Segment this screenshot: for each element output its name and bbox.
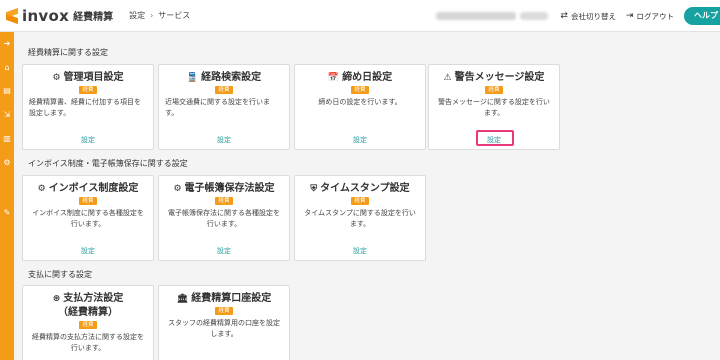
app-logo[interactable]: invox 経費精算: [6, 7, 113, 25]
train-icon: 🚆: [186, 73, 199, 83]
gears-icon: ⚙: [52, 73, 61, 83]
chevron-right-icon: ›: [150, 11, 154, 20]
switch-company-button[interactable]: ⇄ 会社切り替え: [560, 11, 616, 22]
card-description: スタッフの経費精算用の口座を設定します。: [168, 319, 280, 338]
export-icon[interactable]: ⇲: [2, 110, 12, 120]
settings-icon[interactable]: ⚙: [2, 158, 12, 168]
card-closing-date: 📅 締め日設定 経費 締め日の設定を行います。 設定: [294, 64, 426, 150]
help-button[interactable]: ヘルプ: [684, 7, 720, 25]
card-expense-account: 🏛 経費精算口座設定 経費 スタッフの経費精算用の口座を設定します。: [158, 285, 290, 360]
sidebar-expand-icon[interactable]: ➜: [2, 39, 12, 49]
settings-link[interactable]: 設定: [159, 246, 289, 256]
card-description: 経費精算書、経費に付加する項目を設定します。: [29, 98, 141, 117]
settings-link[interactable]: 設定: [295, 246, 425, 256]
logout-button[interactable]: ⇥ ログアウト: [626, 11, 674, 22]
settings-link[interactable]: 設定: [23, 135, 153, 145]
expense-badge: 経費: [79, 321, 97, 329]
card-payment-method: ⊛ 支払方法設定 （経費精算） 経費 経費精算の支払方法に関する設定を行います。: [22, 285, 154, 360]
tools-icon[interactable]: ✎: [2, 208, 12, 218]
payment-icon: ⊛: [52, 294, 61, 304]
card-route-search: 🚆 経路検索設定 経費 近場交通費に関する設定を行います。 設定: [158, 64, 290, 150]
switch-company-label: 会社切り替え: [570, 11, 616, 21]
settings-link[interactable]: 設定: [159, 135, 289, 145]
breadcrumb-service: サービス: [158, 11, 191, 20]
card-title: 🚆 経路検索設定: [186, 72, 262, 83]
expense-badge: 経費: [215, 197, 233, 205]
card-description: 経費精算の支払方法に関する設定を行います。: [32, 333, 144, 352]
card-title: ⚙ インボイス制度設定: [37, 183, 139, 194]
card-warning-message: ⚠ 警告メッセージ設定 経費 警告メッセージに関する設定を行います。 設定: [428, 64, 560, 150]
document-icon[interactable]: ▤: [2, 86, 12, 96]
calendar-icon: 📅: [327, 73, 340, 83]
settings-link[interactable]: 設定: [429, 135, 559, 145]
sidebar: ➜ ⌂ ▤ ⇲ ▥ ⚙ ✎: [0, 32, 14, 360]
bank-icon: 🏛: [176, 294, 189, 304]
section-title-invoice: インボイス制度・電子帳簿保存に関する設定: [28, 159, 188, 168]
section-title-payment: 支払に関する設定: [28, 270, 92, 279]
gears-icon: ⚙: [37, 184, 46, 194]
top-header: invox 経費精算 設定 › サービス ⇄ 会社切り替え ⇥ ログアウト ヘル…: [0, 0, 720, 32]
expense-badge: 経費: [351, 197, 369, 205]
card-title: ⊛ 支払方法設定 （経費精算）: [52, 293, 124, 318]
user-role-blurred: [520, 12, 549, 20]
shield-icon: ⛨: [310, 184, 318, 194]
expense-badge: 経費: [351, 86, 369, 94]
logo-text: invox: [22, 6, 70, 25]
chart-icon[interactable]: ▥: [2, 134, 12, 144]
expense-badge: 経費: [215, 86, 233, 94]
warning-icon: ⚠: [443, 73, 452, 83]
logo-subtitle: 経費精算: [73, 12, 114, 23]
card-title: 📅 締め日設定: [327, 72, 393, 83]
card-title: ⛨ タイムスタンプ設定: [310, 183, 410, 194]
breadcrumb-settings[interactable]: 設定: [129, 10, 145, 21]
logout-icon: ⇥: [625, 11, 634, 21]
card-description: 締め日の設定を行います。: [318, 98, 402, 106]
user-name-blurred: [436, 12, 517, 20]
card-invoice-system: ⚙ インボイス制度設定 経費 インボイス制度に関する各種設定を行います。 設定: [22, 175, 154, 261]
card-management-items: ⚙ 管理項目設定 経費 経費精算書、経費に付加する項目を設定します。 設定: [22, 64, 154, 150]
logout-label: ログアウト: [636, 11, 675, 21]
card-timestamp: ⛨ タイムスタンプ設定 経費 タイムスタンプに関する設定を行います。 設定: [294, 175, 426, 261]
card-description: 電子帳簿保存法に関する各種設定を行います。: [168, 209, 280, 228]
expense-badge: 経費: [79, 197, 97, 205]
card-title: ⚙ 管理項目設定: [52, 72, 124, 83]
expense-badge: 経費: [79, 86, 97, 94]
expense-badge: 経費: [485, 86, 503, 94]
home-icon[interactable]: ⌂: [2, 63, 12, 73]
main-content: 経費精算に関する設定 ⚙ 管理項目設定 経費 経費精算書、経費に付加する項目を設定…: [14, 33, 720, 360]
card-title: ⚙ 電子帳簿保存法設定: [173, 183, 275, 194]
expense-badge: 経費: [215, 307, 233, 315]
card-description: 警告メッセージに関する設定を行います。: [438, 98, 550, 117]
card-description: タイムスタンプに関する設定を行います。: [304, 209, 416, 228]
breadcrumb: 設定 › サービス: [129, 10, 190, 21]
logo-mark-icon: [6, 7, 18, 24]
card-description: 近場交通費に関する設定を行います。: [165, 98, 270, 117]
gears-icon: ⚙: [173, 184, 182, 194]
swap-icon: ⇄: [560, 11, 568, 21]
settings-link[interactable]: 設定: [295, 135, 425, 145]
card-description: インボイス制度に関する各種設定を行います。: [32, 209, 144, 228]
card-title: ⚠ 警告メッセージ設定: [443, 72, 545, 83]
card-title: 🏛 経費精算口座設定: [176, 293, 272, 304]
settings-link[interactable]: 設定: [23, 246, 153, 256]
card-e-book-storage: ⚙ 電子帳簿保存法設定 経費 電子帳簿保存法に関する各種設定を行います。 設定: [158, 175, 290, 261]
section-title-expense: 経費精算に関する設定: [28, 48, 108, 57]
